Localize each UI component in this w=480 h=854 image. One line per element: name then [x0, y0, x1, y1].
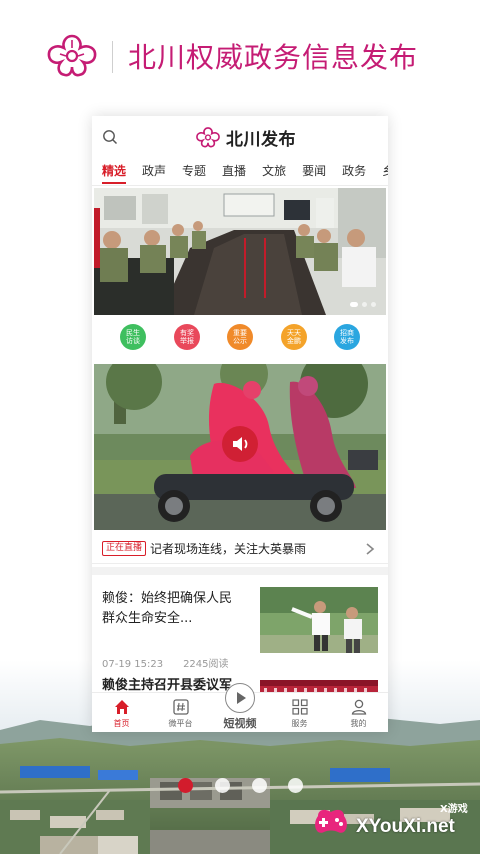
- active-tab-indicator: [102, 182, 126, 184]
- news-item[interactable]: 赖俊：始终把确保人民群众生命安全... 07-19 15:23 2245阅读: [92, 575, 388, 670]
- redbud-flower-logo-icon: [47, 34, 97, 77]
- nav-micro-platform-label: 微平台: [168, 719, 193, 728]
- app-topbar: 北川发布: [92, 116, 388, 156]
- category-tabs: 精选 政声 专题 直播 文旅 要闻 政务 乡镇: [92, 160, 388, 186]
- watermark-brand-cn: X游戏: [440, 804, 468, 815]
- play-icon: [225, 683, 255, 713]
- news-date: 07-19 15:23: [102, 659, 164, 670]
- nav-short-video-label: 短视频: [223, 717, 257, 730]
- app-brand-name: 北川发布: [226, 129, 296, 150]
- officials-outdoor-photo: [260, 587, 378, 653]
- search-icon[interactable]: [102, 129, 118, 145]
- news-title[interactable]: 赖俊：始终把确保人民群众生命安全...: [102, 589, 242, 629]
- tab-jingxuan[interactable]: 精选: [92, 160, 132, 184]
- watermark-domain: XYouXi.net: [356, 816, 455, 837]
- live-video-player[interactable]: [94, 364, 386, 530]
- gamepad-logo-icon: [315, 809, 347, 833]
- carousel-dot-active[interactable]: [178, 778, 193, 793]
- tab-zhibo[interactable]: 直播: [212, 160, 252, 184]
- quick-links: 民生 访谈 有奖 举报 重要 公示 天天 金鹏 招商 发布: [92, 324, 388, 354]
- user-icon: [351, 699, 366, 715]
- news-reads: 2245阅读: [183, 659, 229, 670]
- carousel-dot[interactable]: [215, 778, 230, 793]
- nav-home[interactable]: 首页: [92, 693, 151, 732]
- quick-link-zhaoshang[interactable]: 招商 发布: [334, 324, 360, 350]
- grid-icon: [291, 699, 308, 715]
- nav-home-label: 首页: [113, 719, 130, 728]
- promo-header: 北川权威政务信息发布: [0, 0, 480, 112]
- quick-link-minsheng[interactable]: 民生 访谈: [120, 324, 146, 350]
- app-brand: 北川发布: [194, 125, 296, 150]
- nav-short-video[interactable]: 短视频: [210, 683, 270, 732]
- tab-zhengsheng[interactable]: 政声: [132, 160, 172, 184]
- speaker-icon: [233, 437, 248, 451]
- tab-zhengwu[interactable]: 政务: [332, 160, 372, 184]
- quick-link-jubao[interactable]: 有奖 举报: [174, 324, 200, 350]
- hashtag-icon: [172, 699, 189, 715]
- carousel-dot[interactable]: [252, 778, 267, 793]
- hero-dot[interactable]: [371, 302, 376, 307]
- live-stream-row[interactable]: 正在直播 记者现场连线，关注大英暴雨: [92, 534, 388, 564]
- hero-banner[interactable]: [94, 188, 386, 315]
- quick-link-gongshi[interactable]: 重要 公示: [227, 324, 253, 350]
- nav-services-label: 服务: [291, 719, 308, 728]
- tab-yaowen[interactable]: 要闻: [292, 160, 332, 184]
- hero-pagination: [350, 302, 376, 307]
- hero-dot-active[interactable]: [350, 302, 358, 307]
- hero-dot[interactable]: [362, 302, 367, 307]
- quick-link-jinpeng[interactable]: 天天 金鹏: [281, 324, 307, 350]
- home-icon: [114, 700, 129, 714]
- news-thumbnail[interactable]: [260, 587, 378, 653]
- live-title[interactable]: 记者现场连线，关注大英暴雨: [150, 540, 306, 557]
- section-separator: [92, 567, 388, 575]
- tab-xiangzhen[interactable]: 乡镇: [372, 160, 388, 184]
- nav-micro-platform[interactable]: 微平台: [151, 693, 210, 732]
- nav-services[interactable]: 服务: [270, 693, 329, 732]
- bottom-nav: 首页 微平台 短视频 服务 我的: [92, 683, 388, 732]
- tab-zhuanti[interactable]: 专题: [172, 160, 212, 184]
- tab-wenlv[interactable]: 文旅: [252, 160, 292, 184]
- carousel-dot[interactable]: [288, 778, 303, 793]
- app-screen: 北川发布 精选 政声 专题 直播 文旅 要闻 政务 乡镇: [92, 116, 388, 732]
- meeting-room-photo: [94, 188, 386, 315]
- live-badge: 正在直播: [102, 541, 147, 556]
- watermark: X游戏 XYouXi.net: [308, 796, 480, 854]
- redbud-flower-logo-icon: [196, 127, 220, 148]
- sound-button[interactable]: [222, 426, 258, 462]
- nav-profile-label: 我的: [350, 719, 367, 728]
- promo-divider: [112, 41, 113, 73]
- screenshot-carousel-dots: [176, 778, 304, 794]
- news-meta: 07-19 15:23 2245阅读: [102, 655, 229, 670]
- chevron-right-icon[interactable]: [364, 542, 376, 556]
- promo-title: 北川权威政务信息发布: [128, 41, 419, 74]
- nav-profile[interactable]: 我的: [329, 693, 388, 732]
